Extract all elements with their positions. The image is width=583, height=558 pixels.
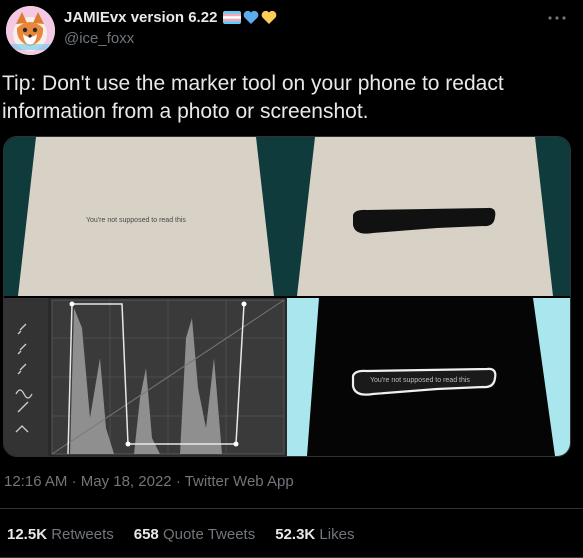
curves-tool-image: [4, 298, 287, 456]
retweets-stat[interactable]: 12.5K Retweets: [7, 526, 114, 543]
likes-count: 52.3K: [275, 526, 316, 543]
revealed-caption: You're not supposed to read this: [370, 377, 470, 384]
photo-redacted[interactable]: [287, 137, 570, 296]
meta-separator: ·: [71, 473, 77, 490]
tweet-meta: 12:16 AM · May 18, 2022 · Twitter Web Ap…: [4, 473, 294, 490]
divider: [0, 508, 583, 509]
blue-heart-icon: [244, 10, 259, 24]
quotes-label: Quote Tweets: [162, 526, 256, 543]
likes-label: Likes: [319, 526, 355, 543]
curves-panel[interactable]: [4, 298, 287, 456]
avatar[interactable]: [6, 6, 55, 55]
tweet-date[interactable]: May 18, 2022: [81, 473, 172, 490]
fox-avatar-icon: [6, 6, 55, 55]
author-name-row[interactable]: JAMIEvx version 6.22: [64, 9, 277, 26]
more-options-icon[interactable]: [545, 8, 569, 28]
author-handle[interactable]: @ice_foxx: [64, 30, 134, 47]
tweet-time[interactable]: 12:16 AM: [4, 473, 67, 490]
tweet-stats: 12.5K Retweets 658 Quote Tweets 52.3K Li…: [7, 526, 354, 543]
quotes-stat[interactable]: 658 Quote Tweets: [134, 526, 255, 543]
tweet-text: Tip: Don't use the marker tool on your p…: [2, 72, 504, 123]
transgender-flag-icon: [223, 11, 242, 24]
tweet-media-grid[interactable]: You're not supposed to read this You're …: [3, 136, 571, 457]
author-display-name[interactable]: JAMIEvx version 6.22: [64, 9, 217, 26]
photo-original[interactable]: You're not supposed to read this: [4, 137, 287, 296]
paper-caption: You're not supposed to read this: [86, 217, 186, 224]
likes-stat[interactable]: 52.3K Likes: [275, 526, 354, 543]
quotes-count: 658: [133, 526, 159, 543]
retweets-count: 12.5K: [7, 526, 48, 543]
redacted-photo-image: [287, 137, 570, 296]
meta-separator: ·: [175, 473, 181, 490]
photo-revealed[interactable]: You're not supposed to read this: [287, 298, 570, 456]
retweets-label: Retweets: [51, 526, 114, 543]
tweet-source[interactable]: Twitter Web App: [185, 473, 294, 490]
yellow-heart-icon: [262, 10, 277, 24]
